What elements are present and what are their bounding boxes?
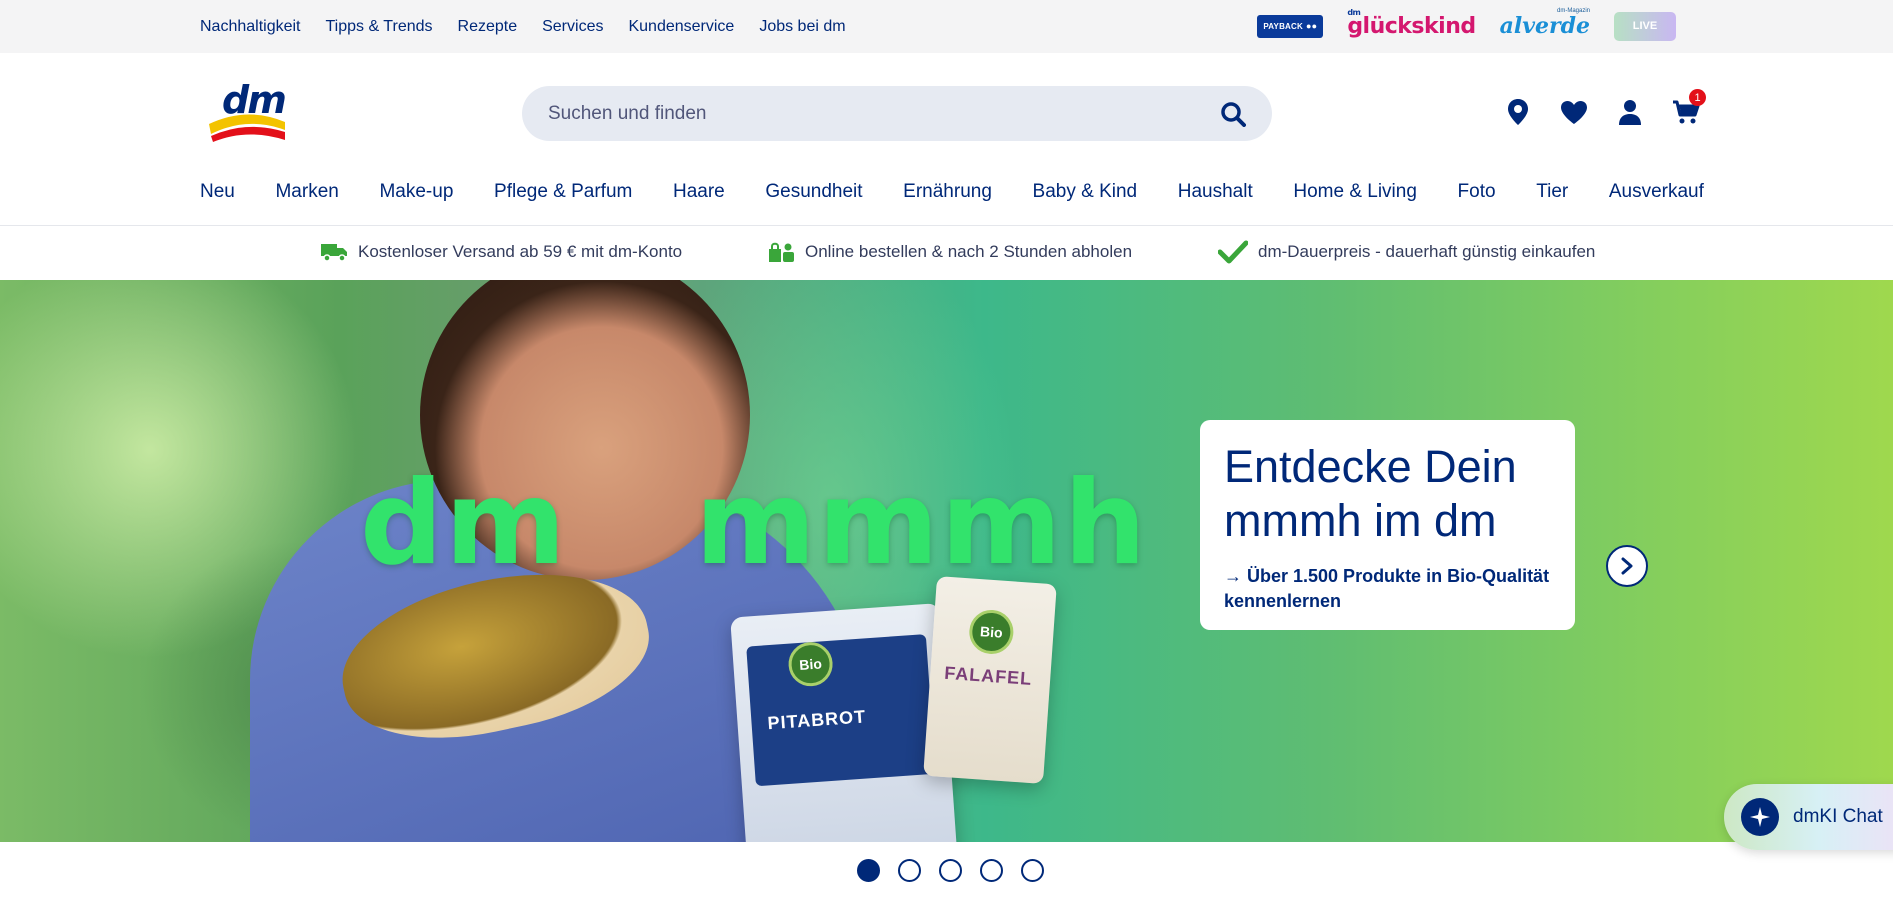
nav-haushalt[interactable]: Haushalt bbox=[1178, 181, 1253, 203]
hero-card-title: Entdecke Dein mmmh im dm bbox=[1224, 441, 1517, 546]
carousel-pagination bbox=[857, 859, 1044, 882]
usp-dauerpreis-text: dm-Dauerpreis - dauerhaft günstig einkau… bbox=[1258, 242, 1596, 261]
hero-next-button[interactable] bbox=[1606, 545, 1648, 587]
top-link-rezepte[interactable]: Rezepte bbox=[458, 18, 518, 36]
sparkle-icon bbox=[1750, 807, 1770, 827]
chevron-right-icon bbox=[1621, 557, 1633, 575]
usp-pickup-text: Online bestellen & nach 2 Stunden abhole… bbox=[805, 242, 1133, 261]
usp-free-shipping: Kostenloser Versand ab 59 € mit dm-Konto bbox=[320, 238, 682, 266]
carousel-dot-1[interactable] bbox=[857, 859, 880, 882]
top-link-tipps-trends[interactable]: Tipps & Trends bbox=[326, 18, 433, 36]
nav-make-up[interactable]: Make-up bbox=[379, 181, 453, 203]
dmki-chat-button[interactable]: dmKI Chat bbox=[1724, 784, 1893, 850]
glueckskind-logo-link[interactable]: dm glückskind bbox=[1347, 8, 1476, 39]
nav-ernaehrung[interactable]: Ernährung bbox=[903, 181, 992, 203]
bio-badge-label: Bio bbox=[798, 655, 823, 673]
nav-gesundheit[interactable]: Gesundheit bbox=[765, 181, 862, 203]
usp-pickup: Online bestellen & nach 2 Stunden abhole… bbox=[767, 238, 1132, 266]
chat-sparkle-icon bbox=[1741, 798, 1779, 836]
dm-logo[interactable]: dm bbox=[207, 78, 287, 142]
search-input[interactable] bbox=[548, 86, 1188, 141]
hero-teaser-card[interactable]: Entdecke Dein mmmh im dm → Über 1.500 Pr… bbox=[1200, 420, 1575, 630]
alverde-label: alverde bbox=[1499, 13, 1590, 39]
dm-logo-text: dm bbox=[222, 78, 287, 122]
partner-links: PAYBACK ●● dm glückskind dm-Magazin alve… bbox=[1257, 8, 1676, 43]
nav-ausverkauf[interactable]: Ausverkauf bbox=[1609, 181, 1704, 203]
chat-label: dmKI Chat bbox=[1793, 806, 1883, 827]
nav-haare[interactable]: Haare bbox=[673, 181, 725, 203]
alverde-small-label: dm-Magazin bbox=[1556, 8, 1590, 14]
nav-home-living[interactable]: Home & Living bbox=[1293, 181, 1417, 203]
payback-dots-icon: ●● bbox=[1305, 21, 1318, 31]
search-bar bbox=[522, 86, 1272, 141]
glueckskind-prefix: dm bbox=[1347, 7, 1361, 17]
top-link-nachhaltigkeit[interactable]: Nachhaltigkeit bbox=[200, 18, 301, 36]
live-label: LIVE bbox=[1632, 20, 1658, 32]
wishlist-button[interactable] bbox=[1560, 97, 1588, 127]
user-icon bbox=[1619, 100, 1641, 125]
nav-pflege-parfum[interactable]: Pflege & Parfum bbox=[494, 181, 632, 203]
top-link-jobs[interactable]: Jobs bei dm bbox=[759, 18, 845, 36]
header-divider bbox=[0, 225, 1893, 226]
cart-count-badge: 1 bbox=[1689, 89, 1706, 106]
store-locator-button[interactable] bbox=[1504, 97, 1532, 127]
account-button[interactable] bbox=[1616, 97, 1644, 127]
search-button[interactable] bbox=[1220, 101, 1246, 127]
carousel-dot-4[interactable] bbox=[980, 859, 1003, 882]
payback-label: PAYBACK bbox=[1263, 21, 1303, 31]
nav-baby-kind[interactable]: Baby & Kind bbox=[1033, 181, 1138, 203]
glueckskind-label: glückskind bbox=[1347, 13, 1476, 39]
nav-marken[interactable]: Marken bbox=[275, 181, 338, 203]
hero-banner[interactable]: dm mmmh Bio PITABROT Bio FALAFEL Entdeck… bbox=[0, 280, 1893, 842]
hero-product-pitabrot: Bio PITABROT bbox=[730, 603, 960, 842]
carousel-dot-3[interactable] bbox=[939, 859, 962, 882]
location-pin-icon bbox=[1508, 99, 1528, 125]
delivery-truck-icon bbox=[321, 244, 347, 262]
carousel-dot-2[interactable] bbox=[898, 859, 921, 882]
shopping-bag-pickup-icon bbox=[769, 242, 794, 262]
nav-neu[interactable]: Neu bbox=[200, 181, 235, 203]
search-icon bbox=[1221, 102, 1246, 127]
main-category-nav: Neu Marken Make-up Pflege & Parfum Haare… bbox=[200, 176, 1704, 208]
hero-headline: dm mmmh bbox=[360, 456, 1149, 591]
hero-card-link[interactable]: → Über 1.500 Produkte in Bio-Qualität ke… bbox=[1224, 564, 1551, 614]
top-link-kundenservice[interactable]: Kundenservice bbox=[628, 18, 734, 36]
hero-product-falafel: Bio FALAFEL bbox=[923, 576, 1057, 784]
top-link-services[interactable]: Services bbox=[542, 18, 603, 36]
live-shopping-link[interactable]: LIVE bbox=[1614, 11, 1676, 41]
cart-button[interactable]: 1 bbox=[1672, 89, 1706, 127]
carousel-dot-5[interactable] bbox=[1021, 859, 1044, 882]
heart-icon bbox=[1561, 100, 1587, 124]
nav-tier[interactable]: Tier bbox=[1536, 181, 1568, 203]
bio-badge-label: Bio bbox=[979, 623, 1004, 641]
checkmark-icon bbox=[1218, 240, 1248, 264]
alverde-logo-link[interactable]: dm-Magazin alverde bbox=[1499, 8, 1590, 39]
falafel-label: FALAFEL bbox=[943, 662, 1033, 689]
nav-foto[interactable]: Foto bbox=[1458, 181, 1496, 203]
top-nav: Nachhaltigkeit Tipps & Trends Rezepte Se… bbox=[200, 0, 871, 53]
header-icons: 1 bbox=[1504, 89, 1706, 127]
top-utility-bar: Nachhaltigkeit Tipps & Trends Rezepte Se… bbox=[0, 0, 1893, 53]
payback-logo-link[interactable]: PAYBACK ●● bbox=[1257, 14, 1324, 38]
usp-free-shipping-text: Kostenloser Versand ab 59 € mit dm-Konto bbox=[358, 242, 683, 261]
bio-badge-icon: Bio bbox=[967, 608, 1015, 656]
usp-dauerpreis: dm-Dauerpreis - dauerhaft günstig einkau… bbox=[1218, 238, 1595, 266]
